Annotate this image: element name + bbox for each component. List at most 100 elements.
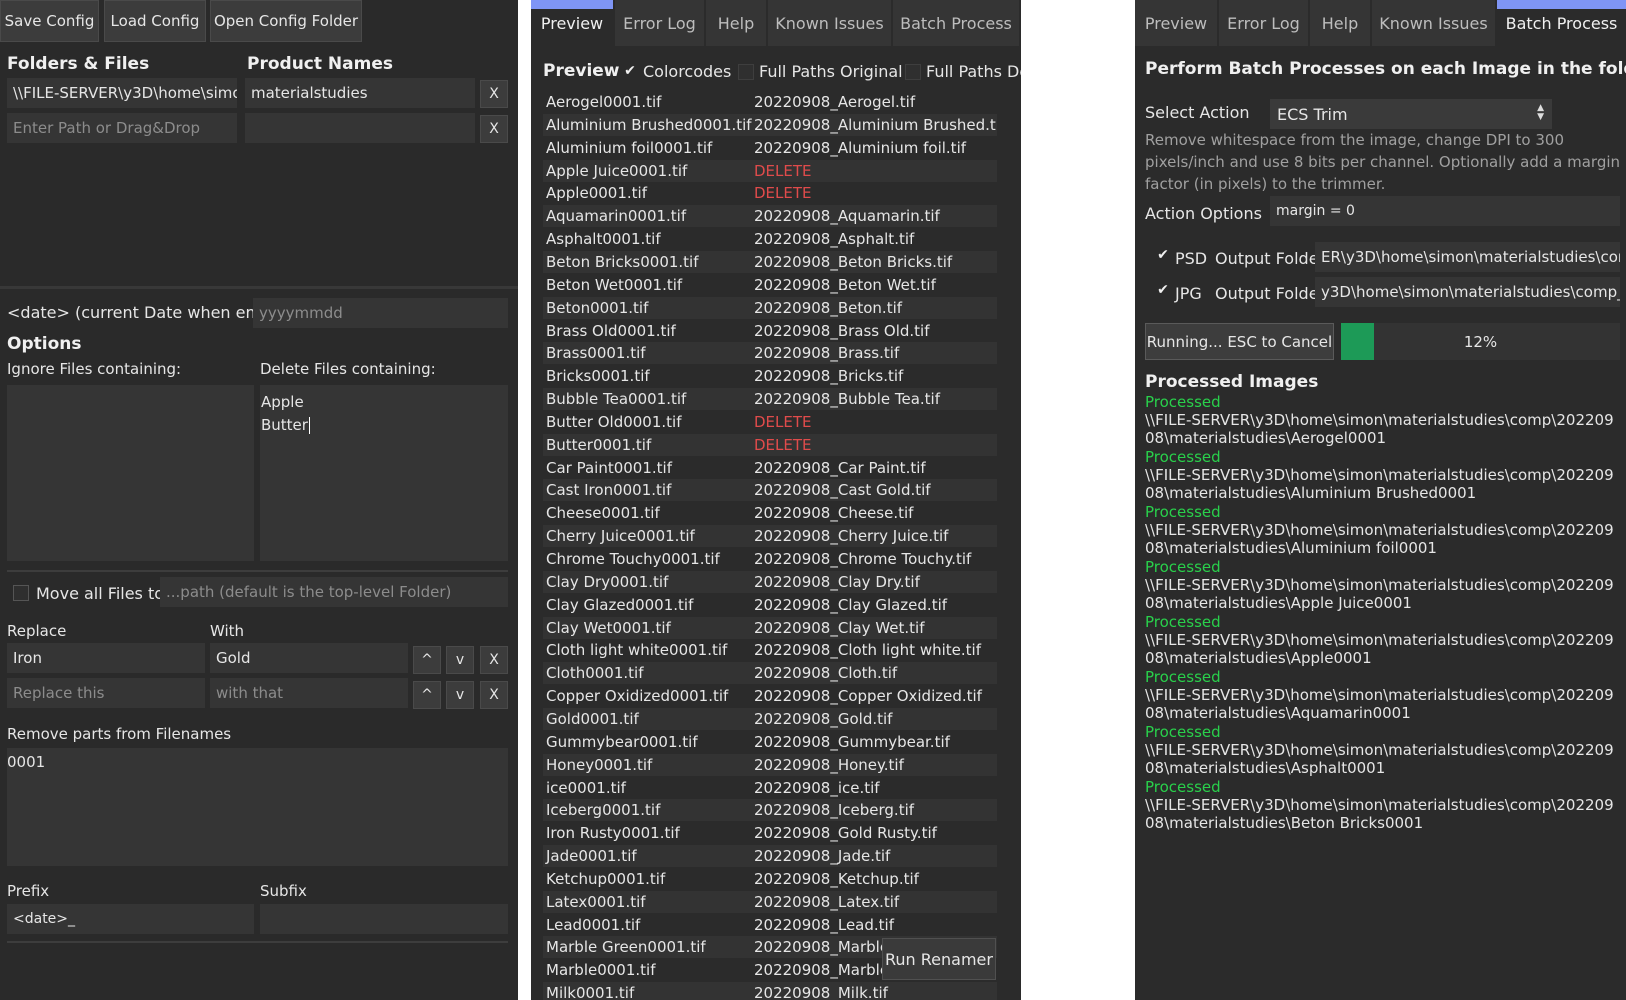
ignore-files-textarea[interactable] (7, 385, 254, 561)
new-filename: 20220908_Cherry Juice.tif (754, 527, 949, 546)
tab-known-issues[interactable]: Known Issues (768, 0, 893, 46)
full-paths-original-checkbox[interactable] (738, 64, 754, 80)
move-down-button-1[interactable]: v (446, 646, 474, 674)
remove-replace-button-2[interactable]: X (480, 681, 508, 709)
preview-row: Car Paint0001.tif 20220908_Car Paint.tif (543, 457, 997, 479)
new-filename: 20220908_Milk.tif (754, 984, 888, 1000)
product-name-input-1[interactable]: materialstudies (245, 78, 475, 108)
save-config-button[interactable]: Save Config (0, 0, 99, 42)
new-filename: 20220908_Jade.tif (754, 847, 891, 866)
original-filename: Gummybear0001.tif (546, 732, 698, 751)
remove-parts-line: 0001 (7, 753, 46, 771)
psd-format-label: PSD (1175, 249, 1208, 268)
preview-row: Brass0001.tif 20220908_Brass.tif (543, 342, 997, 365)
replace-from-input-2[interactable]: Replace this (7, 678, 205, 708)
full-paths-original-label: Full Paths Original (759, 62, 903, 81)
tab-error-log[interactable]: Error Log (1219, 0, 1310, 46)
preview-tabbar: Preview Error Log Help Known Issues Batc… (531, 0, 1021, 46)
original-filename: Brass Old0001.tif (546, 321, 676, 340)
original-filename: Bubble Tea0001.tif (546, 390, 687, 409)
move-files-path-input[interactable]: ...path (default is the top-level Folder… (160, 577, 508, 607)
original-filename: Lead0001.tif (546, 915, 641, 934)
action-options-input[interactable]: margin = 0 (1270, 196, 1620, 226)
tab-help[interactable]: Help (706, 0, 768, 46)
folder-path-input-1[interactable]: \\FILE-SERVER\y3D\home\simo (7, 78, 237, 108)
subfix-input[interactable] (260, 904, 508, 934)
separator (0, 286, 518, 289)
date-input[interactable]: yyyymmdd (253, 298, 508, 328)
tab-preview[interactable]: Preview (1135, 0, 1219, 46)
preview-row: Asphalt0001.tif 20220908_Asphalt.tif (543, 228, 997, 250)
prefix-input[interactable]: <date>_ (7, 904, 254, 934)
preview-row: ice0001.tif 20220908_ice.tif (543, 777, 997, 799)
original-filename: Copper Oxidized0001.tif (546, 687, 729, 706)
preview-row: Cloth light white0001.tif 20220908_Cloth … (543, 639, 997, 661)
new-filename: 20220908_Bricks.tif (754, 367, 904, 386)
colorcodes-checkbox[interactable]: ✔ (622, 63, 638, 79)
processed-path: \\FILE-SERVER\y3D\home\simon\materialstu… (1145, 631, 1614, 667)
new-filename: DELETE (754, 412, 812, 431)
jpg-output-checkbox[interactable]: ✔ (1155, 282, 1171, 298)
run-renamer-button[interactable]: Run Renamer (882, 938, 996, 980)
replace-to-input-2[interactable]: with that (210, 678, 408, 708)
delete-files-textarea[interactable]: Apple Butter (260, 385, 508, 561)
preview-row: Beton Wet0001.tif 20220908_Beton Wet.tif (543, 274, 997, 296)
open-config-folder-button[interactable]: Open Config Folder (210, 0, 362, 42)
remove-parts-label: Remove parts from Filenames (7, 725, 232, 743)
preview-row: Iron Rusty0001.tif 20220908_Gold Rusty.ti… (543, 822, 997, 844)
folder-path-input-2[interactable]: Enter Path or Drag&Drop (7, 113, 237, 143)
tab-batch-process[interactable]: Batch Process (1497, 0, 1626, 46)
clear-row-2-button[interactable]: X (480, 115, 508, 143)
original-filename: Cloth0001.tif (546, 664, 644, 683)
original-filename: Iceberg0001.tif (546, 801, 661, 820)
select-action-label: Select Action (1145, 103, 1250, 122)
processed-status: Processed (1145, 778, 1221, 796)
preview-row: Ketchup0001.tif 20220908_Ketchup.tif (543, 868, 997, 890)
replace-from-input-1[interactable]: Iron (7, 643, 205, 673)
original-filename: Beton Wet0001.tif (546, 275, 683, 294)
replace-to-input-1[interactable]: Gold (210, 643, 408, 673)
jpg-output-folder-input[interactable]: y3D\home\simon\materialstudies\comp_jpg (1315, 277, 1620, 307)
processed-path: \\FILE-SERVER\y3D\home\simon\materialstu… (1145, 741, 1614, 777)
new-filename: 20220908_Iceberg.tif (754, 801, 915, 820)
load-config-button[interactable]: Load Config (104, 0, 206, 42)
clear-row-1-button[interactable]: X (480, 80, 508, 108)
running-cancel-button[interactable]: Running... ESC to Cancel (1145, 323, 1334, 360)
product-name-input-2[interactable] (245, 113, 475, 143)
psd-output-folder-input[interactable]: ER\y3D\home\simon\materialstudies\comp (1315, 242, 1620, 272)
new-filename: DELETE (754, 435, 812, 454)
new-filename: 20220908_ice.tif (754, 778, 880, 797)
remove-replace-button-1[interactable]: X (480, 646, 508, 674)
preview-row: Iceberg0001.tif 20220908_Iceberg.tif (543, 799, 997, 822)
move-up-button-2[interactable]: ^ (413, 681, 441, 709)
new-filename: 20220908_Latex.tif (754, 892, 900, 911)
preview-row: Milk0001.tif 20220908_Milk.tif (543, 982, 997, 1000)
progress-text: 12% (1463, 332, 1498, 351)
tab-known-issues[interactable]: Known Issues (1372, 0, 1497, 46)
tab-help[interactable]: Help (1310, 0, 1372, 46)
original-filename: Marble0001.tif (546, 961, 656, 980)
with-label: With (210, 622, 245, 640)
new-filename: 20220908_Cast Gold.tif (754, 481, 931, 500)
action-options-label: Action Options (1145, 204, 1262, 223)
processed-status: Processed (1145, 723, 1221, 741)
preview-row: Cherry Juice0001.tif 20220908_Cherry Juic… (543, 525, 997, 548)
tab-batch-process[interactable]: Batch Process (893, 0, 1021, 46)
psd-output-checkbox[interactable]: ✔ (1155, 247, 1171, 263)
new-filename: 20220908_Asphalt.tif (754, 230, 915, 249)
move-files-checkbox[interactable] (13, 585, 29, 601)
action-select[interactable]: ECS Trim ▲ ▼ (1270, 99, 1552, 129)
tab-preview[interactable]: Preview (531, 0, 615, 46)
original-filename: Apple0001.tif (546, 184, 647, 203)
date-label: <date> (current Date when empty) (7, 303, 294, 322)
preview-row: Honey0001.tif 20220908_Honey.tif (543, 753, 997, 776)
select-arrows-icon: ▲ ▼ (1537, 103, 1544, 122)
remove-parts-textarea[interactable]: 0001 (7, 748, 508, 866)
tab-error-log[interactable]: Error Log (615, 0, 706, 46)
preview-row: Beton Bricks0001.tif 20220908_Beton Brick… (543, 250, 997, 273)
preview-heading: Preview (543, 61, 620, 81)
preview-row: Bricks0001.tif 20220908_Bricks.tif (543, 365, 997, 387)
full-paths-dest-checkbox[interactable] (905, 64, 921, 80)
move-down-button-2[interactable]: v (446, 681, 474, 709)
move-up-button-1[interactable]: ^ (413, 646, 441, 674)
